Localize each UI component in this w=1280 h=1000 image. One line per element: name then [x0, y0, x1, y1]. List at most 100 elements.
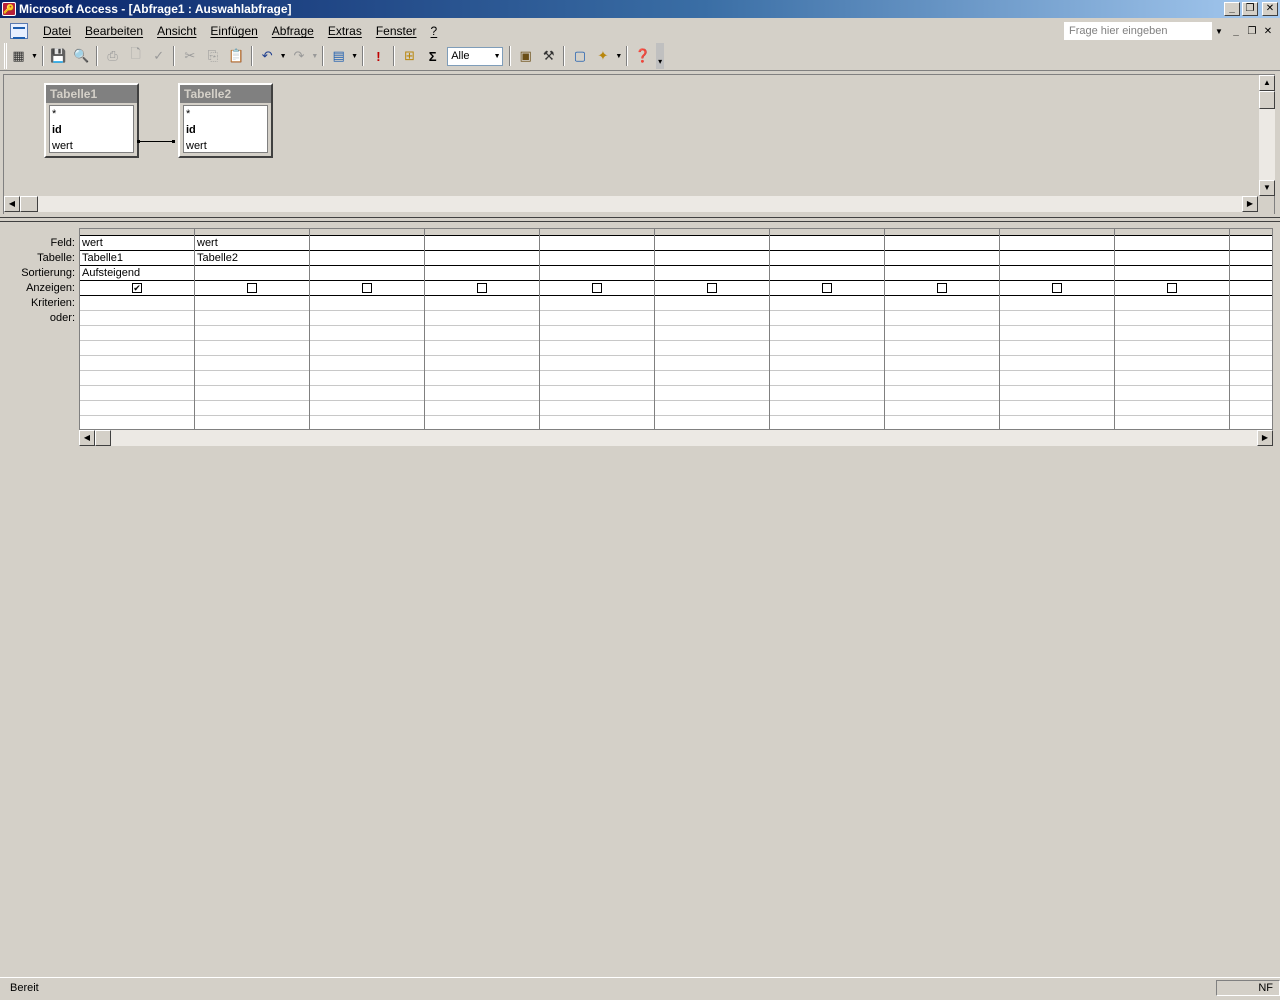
or-cell[interactable] [540, 371, 654, 386]
or-cell[interactable] [80, 326, 194, 341]
grid-hscrollbar[interactable]: ◀ ▶ [79, 430, 1273, 446]
show-checkbox[interactable] [477, 283, 487, 293]
or-cell[interactable] [885, 356, 999, 371]
grid-column[interactable] [655, 229, 770, 429]
field-list-tabelle1[interactable]: Tabelle1 * id wert [44, 83, 139, 158]
or-cell[interactable] [80, 416, 194, 429]
table-pane-hscrollbar[interactable]: ◀ ▶ [4, 196, 1258, 212]
or-cell[interactable] [425, 326, 539, 341]
undo-dropdown-icon[interactable]: ▼ [279, 53, 288, 60]
or-cell[interactable] [1230, 356, 1272, 371]
table-cell[interactable]: Tabelle2 [195, 251, 309, 266]
or-cell[interactable] [885, 386, 999, 401]
or-cell[interactable] [885, 311, 999, 326]
field-list-item[interactable]: id [186, 122, 267, 138]
or-cell[interactable] [195, 311, 309, 326]
toolbar-options-icon[interactable]: ▾ [656, 43, 664, 69]
query-design-grid[interactable]: wert Tabelle1 Aufsteigend ✔ wert Tabelle2 [79, 228, 1273, 430]
column-selector[interactable] [540, 229, 654, 236]
criteria-cell[interactable] [425, 296, 539, 311]
or-cell[interactable] [1115, 371, 1229, 386]
or-cell[interactable] [425, 371, 539, 386]
or-cell[interactable] [425, 386, 539, 401]
or-cell[interactable] [195, 386, 309, 401]
or-cell[interactable] [770, 326, 884, 341]
scroll-down-icon[interactable]: ▼ [1259, 180, 1275, 196]
or-cell[interactable] [310, 386, 424, 401]
copy-icon[interactable]: ⎘ [202, 45, 223, 67]
field-list-tabelle2[interactable]: Tabelle2 * id wert [178, 83, 273, 158]
column-selector[interactable] [1000, 229, 1114, 236]
or-cell[interactable] [1230, 326, 1272, 341]
show-checkbox[interactable] [592, 283, 602, 293]
or-cell[interactable] [770, 371, 884, 386]
help-icon[interactable]: ❓ [632, 45, 653, 67]
table-cell[interactable] [1115, 251, 1229, 266]
or-cell[interactable] [1115, 311, 1229, 326]
sort-cell[interactable] [770, 266, 884, 281]
or-cell[interactable] [1000, 326, 1114, 341]
or-cell[interactable] [655, 386, 769, 401]
redo-dropdown-icon[interactable]: ▼ [310, 53, 319, 60]
totals-icon[interactable]: Σ [422, 45, 443, 67]
criteria-cell[interactable] [80, 296, 194, 311]
top-values-combo[interactable]: Alle ▼ [447, 46, 504, 66]
scroll-thumb[interactable] [20, 196, 38, 212]
new-object-icon[interactable]: ✦ [592, 45, 613, 67]
table-pane-vscrollbar[interactable]: ▲ ▼ [1259, 75, 1275, 196]
show-table-icon[interactable]: ⊞ [399, 45, 420, 67]
grid-column[interactable] [770, 229, 885, 429]
column-selector[interactable] [885, 229, 999, 236]
sort-cell[interactable] [540, 266, 654, 281]
sort-cell[interactable] [310, 266, 424, 281]
or-cell[interactable] [1000, 386, 1114, 401]
chevron-down-icon[interactable]: ▼ [1212, 27, 1226, 36]
criteria-cell[interactable] [1000, 296, 1114, 311]
or-cell[interactable] [1230, 341, 1272, 356]
show-checkbox[interactable]: ✔ [132, 283, 142, 293]
restore-button[interactable]: ❐ [1242, 2, 1258, 16]
minimize-button[interactable]: _ [1224, 2, 1240, 16]
or-cell[interactable] [1115, 326, 1229, 341]
field-list-item[interactable]: wert [186, 138, 267, 154]
grid-column[interactable] [310, 229, 425, 429]
or-cell[interactable] [540, 356, 654, 371]
criteria-cell[interactable] [310, 296, 424, 311]
scroll-right-icon[interactable]: ▶ [1242, 196, 1258, 212]
or-cell[interactable] [885, 326, 999, 341]
scroll-thumb[interactable] [1259, 91, 1275, 109]
criteria-cell[interactable] [1230, 296, 1272, 311]
cut-icon[interactable]: ✂ [179, 45, 200, 67]
redo-icon[interactable]: ↷ [288, 45, 309, 67]
spelling-icon[interactable]: ✓ [148, 45, 169, 67]
field-cell[interactable] [540, 236, 654, 251]
grid-column[interactable]: wert Tabelle1 Aufsteigend ✔ [80, 229, 195, 429]
or-cell[interactable] [1115, 341, 1229, 356]
or-cell[interactable] [1115, 356, 1229, 371]
or-cell[interactable] [310, 311, 424, 326]
or-cell[interactable] [885, 371, 999, 386]
scroll-left-icon[interactable]: ◀ [79, 430, 95, 446]
field-cell[interactable]: wert [80, 236, 194, 251]
criteria-cell[interactable] [1115, 296, 1229, 311]
column-selector[interactable] [1230, 229, 1272, 236]
field-cell[interactable] [1230, 236, 1272, 251]
menu-help[interactable]: ? [424, 22, 445, 40]
or-cell[interactable] [195, 356, 309, 371]
or-cell[interactable] [655, 401, 769, 416]
or-cell[interactable] [885, 401, 999, 416]
criteria-cell[interactable] [540, 296, 654, 311]
paste-icon[interactable]: 📋 [226, 45, 247, 67]
menu-datei[interactable]: Datei [36, 22, 78, 40]
sort-cell[interactable] [1230, 266, 1272, 281]
or-cell[interactable] [425, 416, 539, 429]
grid-column[interactable] [540, 229, 655, 429]
or-cell[interactable] [655, 356, 769, 371]
undo-icon[interactable]: ↶ [257, 45, 278, 67]
or-cell[interactable] [655, 326, 769, 341]
or-cell[interactable] [310, 356, 424, 371]
or-cell[interactable] [540, 326, 654, 341]
join-line[interactable] [137, 140, 175, 143]
or-cell[interactable] [310, 401, 424, 416]
or-cell[interactable] [540, 416, 654, 429]
